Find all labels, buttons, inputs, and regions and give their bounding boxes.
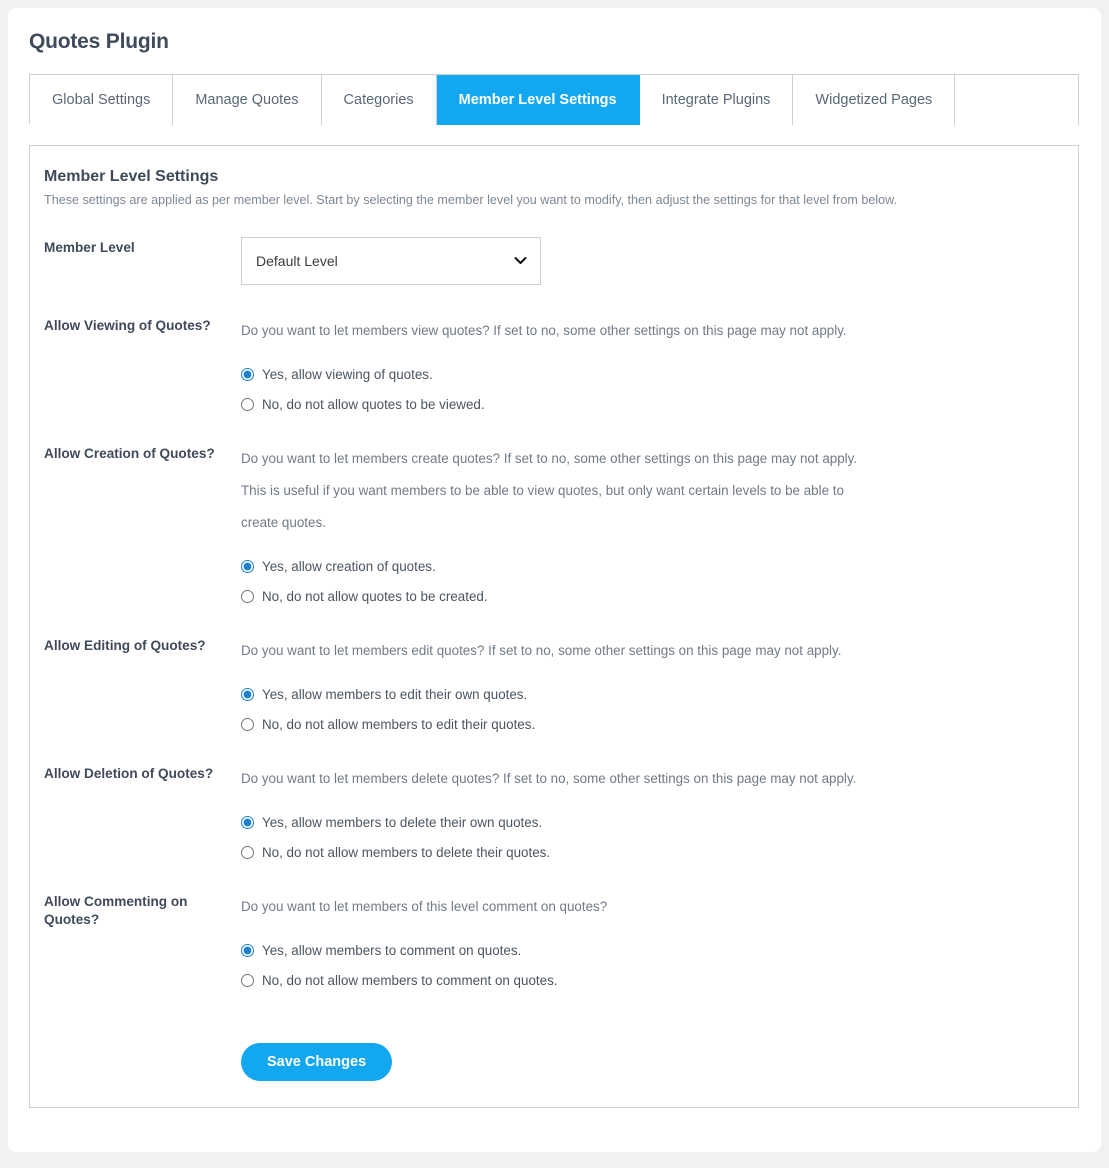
setting-row-allow-deletion-of-quotes: Allow Deletion of Quotes? Do you want to … — [44, 763, 1078, 867]
radio-option-yes[interactable]: Yes, allow members to edit their own quo… — [241, 679, 1078, 709]
plugin-page-card: Quotes Plugin Global Settings Manage Quot… — [8, 8, 1101, 1152]
settings-panel: Member Level Settings These settings are… — [29, 145, 1079, 1108]
setting-body: Do you want to let members edit quotes? … — [241, 635, 1078, 739]
radio-option-yes[interactable]: Yes, allow viewing of quotes. — [241, 359, 1078, 389]
radio-input-no[interactable] — [241, 397, 254, 411]
save-button[interactable]: Save Changes — [241, 1043, 393, 1081]
radio-option-label: No, do not allow members to delete their… — [262, 844, 551, 860]
setting-row-allow-editing-of-quotes: Allow Editing of Quotes? Do you want to l… — [44, 635, 1078, 739]
page-title: Quotes Plugin — [29, 30, 169, 53]
setting-label: Allow Creation of Quotes? — [44, 446, 215, 461]
setting-row-allow-viewing-of-quotes: Allow Viewing of Quotes? Do you want to l… — [44, 315, 1078, 419]
radio-option-yes[interactable]: Yes, allow members to delete their own q… — [241, 807, 1078, 837]
tab-categories[interactable]: Categories — [321, 75, 437, 125]
radio-option-yes[interactable]: Yes, allow members to comment on quotes. — [241, 935, 1078, 965]
tab-bar-filler — [955, 75, 1079, 125]
setting-label: Allow Commenting on Quotes? — [44, 894, 188, 927]
radio-input-no[interactable] — [241, 973, 254, 987]
setting-options: Yes, allow members to edit their own quo… — [241, 679, 1078, 739]
radio-option-label: No, do not allow members to comment on q… — [262, 972, 558, 988]
setting-options: Yes, allow viewing of quotes. No, do not … — [241, 359, 1078, 419]
radio-option-no[interactable]: No, do not allow members to edit their q… — [241, 709, 1078, 739]
radio-option-label: Yes, allow creation of quotes. — [262, 558, 436, 574]
member-level-row: Member Level Default Level — [44, 237, 1078, 285]
setting-options: Yes, allow members to delete their own q… — [241, 807, 1078, 867]
member-level-field: Default Level — [241, 237, 1078, 285]
setting-body: Do you want to let members of this level… — [241, 891, 1078, 995]
panel-title: Member Level Settings — [44, 168, 219, 185]
radio-option-yes[interactable]: Yes, allow creation of quotes. — [241, 551, 1078, 581]
tab-bar: Global Settings Manage Quotes Categories Me… — [29, 74, 1079, 125]
setting-description: Do you want to let members delete quotes… — [241, 771, 857, 786]
radio-input-yes[interactable] — [241, 815, 254, 829]
setting-body: Do you want to let members create quotes… — [241, 443, 1078, 611]
radio-option-label: Yes, allow members to edit their own quo… — [262, 686, 528, 702]
radio-option-no[interactable]: No, do not allow members to comment on q… — [241, 965, 1078, 995]
radio-option-label: No, do not allow quotes to be created. — [262, 588, 488, 604]
setting-description: Do you want to let members view quotes? … — [241, 323, 847, 338]
settings-rows: Member Level Default Level Allow Viewing… — [30, 237, 1078, 1081]
save-button-row: Save Changes — [44, 1043, 1078, 1081]
radio-input-no[interactable] — [241, 589, 254, 603]
radio-input-no[interactable] — [241, 717, 254, 731]
setting-label: Allow Editing of Quotes? — [44, 638, 206, 653]
radio-input-yes[interactable] — [241, 367, 254, 381]
settings-list: Allow Viewing of Quotes? Do you want to l… — [44, 315, 1078, 1019]
setting-description: Do you want to let members of this level… — [241, 899, 608, 914]
radio-option-label: No, do not allow quotes to be viewed. — [262, 396, 485, 412]
radio-option-label: No, do not allow members to edit their q… — [262, 716, 536, 732]
member-level-select[interactable]: Default Level — [241, 237, 541, 285]
setting-label: Allow Deletion of Quotes? — [44, 766, 214, 781]
setting-options: Yes, allow creation of quotes. No, do not… — [241, 551, 1078, 611]
setting-label: Allow Viewing of Quotes? — [44, 318, 211, 333]
radio-option-no[interactable]: No, do not allow quotes to be created. — [241, 581, 1078, 611]
panel-description: These settings are applied as per member… — [44, 193, 898, 207]
tab-member-level-settings[interactable]: Member Level Settings — [436, 75, 640, 125]
setting-description: Do you want to let members create quotes… — [241, 451, 858, 530]
radio-option-label: Yes, allow viewing of quotes. — [262, 366, 433, 382]
tab-integrate-plugins[interactable]: Integrate Plugins — [639, 75, 794, 125]
setting-description: Do you want to let members edit quotes? … — [241, 643, 842, 658]
setting-row-allow-creation-of-quotes: Allow Creation of Quotes? Do you want to … — [44, 443, 1078, 611]
radio-option-no[interactable]: No, do not allow quotes to be viewed. — [241, 389, 1078, 419]
radio-input-yes[interactable] — [241, 559, 254, 573]
tab-widgetized-pages[interactable]: Widgetized Pages — [793, 75, 956, 125]
radio-option-no[interactable]: No, do not allow members to delete their… — [241, 837, 1078, 867]
radio-input-yes[interactable] — [241, 943, 254, 957]
radio-option-label: Yes, allow members to comment on quotes. — [262, 942, 522, 958]
setting-row-allow-commenting-on-quotes: Allow Commenting on Quotes? Do you want t… — [44, 891, 1078, 995]
member-level-label: Member Level — [44, 240, 135, 255]
radio-option-label: Yes, allow members to delete their own q… — [262, 814, 543, 830]
setting-body: Do you want to let members delete quotes… — [241, 763, 1078, 867]
tab-global-settings[interactable]: Global Settings — [30, 75, 174, 125]
radio-input-no[interactable] — [241, 845, 254, 859]
tab-manage-quotes[interactable]: Manage Quotes — [173, 75, 322, 125]
setting-options: Yes, allow members to comment on quotes.… — [241, 935, 1078, 995]
radio-input-yes[interactable] — [241, 687, 254, 701]
setting-body: Do you want to let members view quotes? … — [241, 315, 1078, 419]
